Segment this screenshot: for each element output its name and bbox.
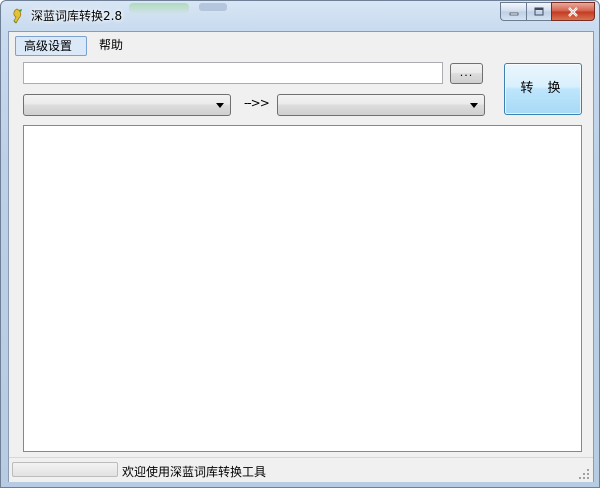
chevron-down-icon (470, 103, 478, 108)
maximize-icon (534, 7, 544, 16)
app-window: 深蓝词库转换2.8 高级设置 帮助 ... 转 换 -->> 欢迎使用深蓝词库转… (0, 0, 600, 488)
convert-button[interactable]: 转 换 (504, 63, 582, 115)
progress-bar (12, 462, 118, 477)
menu-help[interactable]: 帮助 (91, 36, 131, 56)
output-log-textarea[interactable] (23, 125, 582, 452)
status-text: 欢迎使用深蓝词库转换工具 (122, 465, 267, 479)
caption-buttons (500, 2, 595, 21)
direction-arrow-label: -->> (244, 96, 270, 110)
minimize-icon (509, 12, 518, 15)
status-bar: 欢迎使用深蓝词库转换工具 (9, 457, 593, 482)
title-bar-glow (199, 3, 227, 11)
browse-button[interactable]: ... (450, 63, 483, 84)
file-path-input[interactable] (23, 62, 443, 84)
window-title: 深蓝词库转换2.8 (31, 9, 123, 23)
source-format-select[interactable] (23, 94, 231, 116)
close-icon (568, 6, 578, 17)
maximize-button[interactable] (526, 2, 551, 21)
resize-grip-icon[interactable] (578, 468, 590, 480)
minimize-button[interactable] (500, 2, 526, 21)
app-logo-icon (13, 8, 22, 24)
target-format-select[interactable] (277, 94, 485, 116)
title-bar[interactable]: 深蓝词库转换2.8 (1, 1, 600, 31)
menu-bar: 高级设置 帮助 (9, 32, 593, 57)
title-bar-glow (129, 3, 189, 13)
menu-advanced-settings[interactable]: 高级设置 (15, 36, 87, 56)
client-area: 高级设置 帮助 ... 转 换 -->> 欢迎使用深蓝词库转换工具 (8, 31, 594, 482)
chevron-down-icon (216, 103, 224, 108)
close-button[interactable] (551, 2, 595, 21)
